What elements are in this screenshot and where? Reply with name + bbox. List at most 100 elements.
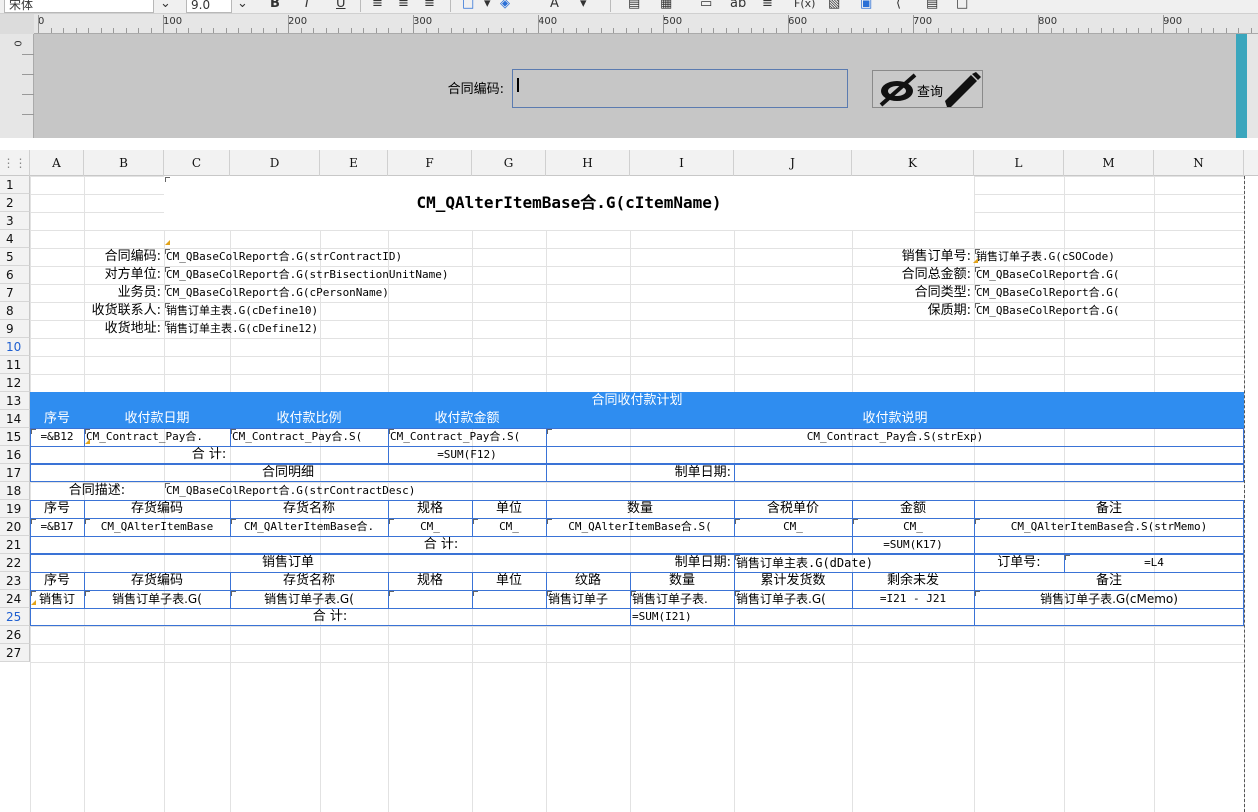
align-right-icon[interactable]: ≡ (424, 0, 435, 13)
query-panel-scrollbar[interactable] (1236, 34, 1247, 138)
font-name-dropdown-icon[interactable]: ⌄ (160, 0, 171, 13)
ruler-tick (500, 28, 502, 33)
column-header-e[interactable]: E (320, 150, 388, 176)
column-header-g[interactable]: G (472, 150, 546, 176)
row-header-6[interactable]: 6 (0, 266, 30, 284)
text-box-button[interactable]: ab (730, 0, 746, 13)
column-header-j[interactable]: J (734, 150, 852, 176)
row-header-5[interactable]: 5 (0, 248, 30, 266)
row-header-11[interactable]: 11 (0, 356, 30, 374)
row-header-9[interactable]: 9 (0, 320, 30, 338)
bold-button[interactable]: B (270, 0, 280, 13)
column-header-c[interactable]: C (164, 150, 230, 176)
ruler-tick (313, 28, 314, 33)
more-icon[interactable]: □ (956, 0, 968, 13)
column-header-f[interactable]: F (388, 150, 472, 176)
column-header-a[interactable]: A (30, 150, 84, 176)
column-header-l[interactable]: L (974, 150, 1064, 176)
ruler-mark-300: 300 (413, 16, 433, 27)
font-color-dropdown-icon[interactable]: ▾ (580, 0, 587, 13)
font-color-icon[interactable]: A (550, 0, 559, 13)
row-header-7[interactable]: 7 (0, 284, 30, 302)
image-icon[interactable]: ▣ (860, 0, 872, 13)
ruler-tick (38, 15, 39, 33)
query-button[interactable]: 查询 (872, 70, 983, 108)
row-header-26[interactable]: 26 (0, 626, 30, 644)
border-icon[interactable]: □ (462, 0, 474, 13)
row-header-1[interactable]: 1 (0, 176, 30, 194)
report-title[interactable]: CM_QAlterItemBase合.G(cItemName) (164, 176, 974, 230)
payment-plan-band[interactable]: 合同收付款计划 (30, 392, 1244, 410)
contract-code-field-value[interactable]: CM_QBaseColReport合.G(strContractID) (164, 248, 734, 266)
counterparty-field-value[interactable]: CM_QBaseColReport合.G(strBisectionUnitNam… (164, 266, 734, 284)
note-icon[interactable]: ▤ (926, 0, 938, 13)
contract-desc-value[interactable]: CM_QBaseColReport合.G(strContractDesc) (164, 482, 734, 500)
row-header-12[interactable]: 12 (0, 374, 30, 392)
contract-type-value[interactable]: CM_QBaseColReport合.G( (974, 284, 1154, 302)
ruler-tick (1000, 28, 1002, 33)
align-center-icon[interactable]: ≡ (398, 0, 409, 13)
receiver-contact-field-value[interactable]: 销售订单主表.G(cDefine10) (164, 302, 734, 320)
shape-icon[interactable]: ⟨ (896, 0, 901, 13)
plan-header-date[interactable]: 收付款日期 (84, 410, 230, 428)
row-header-27[interactable]: 27 (0, 644, 30, 662)
font-size-select[interactable]: 9.0 (186, 0, 232, 13)
row-header-3[interactable]: 3 (0, 212, 30, 230)
plan-header-ratio[interactable]: 收付款比例 (230, 410, 388, 428)
ruler-tick (150, 28, 152, 33)
wrap-text-icon[interactable]: ≡ (762, 0, 773, 13)
ruler-tick (875, 28, 877, 33)
row-header-24[interactable]: 24 (0, 590, 30, 608)
ruler-tick (1013, 28, 1014, 33)
row-header-25[interactable]: 25 (0, 608, 30, 626)
merge-cells-icon[interactable]: ▤ (628, 0, 640, 13)
row-header-8[interactable]: 8 (0, 302, 30, 320)
row-header-10[interactable]: 10 (0, 338, 30, 356)
row-header-17[interactable]: 17 (0, 464, 30, 482)
plan-header-amount[interactable]: 收付款金额 (388, 410, 546, 428)
plan-header-description[interactable]: 收付款说明 (546, 410, 1244, 428)
plan-header-seq[interactable]: 序号 (30, 410, 84, 428)
select-all-corner[interactable]: ⋮⋮ (0, 150, 30, 176)
border-dropdown-icon[interactable]: ▾ (484, 0, 491, 13)
salesperson-field-value[interactable]: CM_QBaseColReport合.G(cPersonName) (164, 284, 734, 302)
fill-color-icon[interactable]: ◈ (500, 0, 510, 13)
column-header-m[interactable]: M (1064, 150, 1154, 176)
font-size-dropdown-icon[interactable]: ⌄ (237, 0, 248, 13)
row-header-22[interactable]: 22 (0, 554, 30, 572)
column-header-h[interactable]: H (546, 150, 630, 176)
insert-row-icon[interactable]: ▭ (700, 0, 712, 13)
row-header-18[interactable]: 18 (0, 482, 30, 500)
italic-button[interactable]: I (305, 0, 309, 13)
split-cells-icon[interactable]: ▦ (660, 0, 672, 13)
row-header-4[interactable]: 4 (0, 230, 30, 248)
warranty-value[interactable]: CM_QBaseColReport合.G( (974, 302, 1154, 320)
column-header-b[interactable]: B (84, 150, 164, 176)
contract-code-input[interactable] (512, 69, 848, 108)
row-header-15[interactable]: 15 (0, 428, 30, 446)
row-header-2[interactable]: 2 (0, 194, 30, 212)
font-name-select[interactable]: 宋体 (4, 0, 154, 13)
column-header-i[interactable]: I (630, 150, 734, 176)
column-header-d[interactable]: D (230, 150, 320, 176)
row-header-14[interactable]: 14 (0, 410, 30, 428)
row-header-13[interactable]: 13 (0, 392, 30, 410)
sales-order-no-value[interactable]: 销售订单子表.G(cSOCode) (974, 248, 1244, 266)
row-header-21[interactable]: 21 (0, 536, 30, 554)
row-header-19[interactable]: 19 (0, 500, 30, 518)
ruler-tick (538, 15, 539, 33)
delivery-address-field-value[interactable]: 销售订单主表.G(cDefine12) (164, 320, 734, 338)
column-header-n[interactable]: N (1154, 150, 1244, 176)
ruler-tick (225, 28, 227, 33)
edit-pencil-icon[interactable] (941, 71, 983, 112)
row-header-16[interactable]: 16 (0, 446, 30, 464)
column-header-k[interactable]: K (852, 150, 974, 176)
chart-icon[interactable]: ▧ (828, 0, 840, 13)
ruler-tick (488, 28, 489, 33)
contract-total-value[interactable]: CM_QBaseColReport合.G( (974, 266, 1154, 284)
underline-button[interactable]: U (336, 0, 346, 13)
row-header-23[interactable]: 23 (0, 572, 30, 590)
formula-button[interactable]: F(x) (794, 0, 815, 13)
align-left-icon[interactable]: ≡ (372, 0, 383, 13)
row-header-20[interactable]: 20 (0, 518, 30, 536)
